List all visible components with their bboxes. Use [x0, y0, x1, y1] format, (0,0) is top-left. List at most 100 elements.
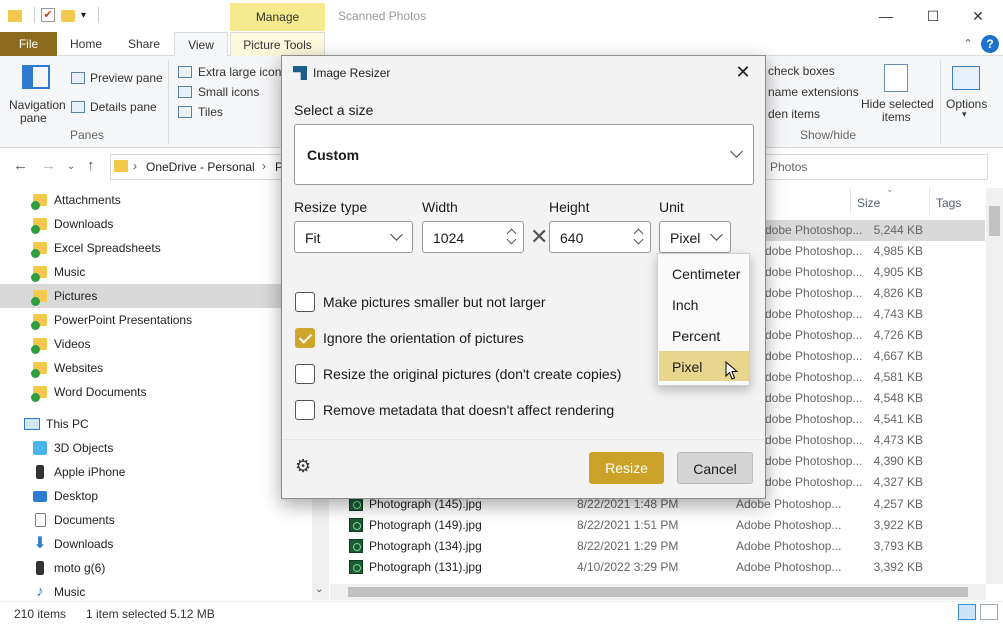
extra-large-icons-option[interactable]: Extra large icons [198, 65, 287, 79]
ignore-orientation-label: Ignore the orientation of pictures [323, 330, 524, 346]
size-preset-select[interactable]: Custom [294, 124, 754, 185]
navigation-pane-button-line2[interactable]: pane [20, 111, 47, 125]
nav-item-downloads-pc[interactable]: ⬇ Downloads [0, 532, 310, 556]
nav-item-apple-iphone[interactable]: Apple iPhone [0, 460, 310, 484]
nav-item-music[interactable]: Music [0, 260, 310, 284]
hide-selected-items-button[interactable]: Hide selected [861, 97, 934, 111]
unit-option-inch[interactable]: Inch [659, 289, 749, 319]
unit-label: Unit [659, 199, 684, 215]
tab-view[interactable]: View [174, 32, 228, 57]
height-input[interactable]: 640 [549, 221, 651, 253]
quick-access-toolbar: ✔ ▾ [8, 7, 100, 23]
nav-item-moto-g6[interactable]: moto g(6) [0, 556, 310, 580]
hidden-items-option[interactable]: den items [768, 107, 820, 121]
file-type: Adobe Photoshop... [736, 497, 842, 511]
gear-icon[interactable]: ⚙ [295, 457, 313, 475]
options-dropdown-icon[interactable]: ▾ [962, 109, 967, 120]
height-spinner-icon[interactable] [634, 228, 642, 246]
file-size: 4,257 KB [873, 497, 923, 511]
file-type: Adobe Photoshop... [736, 539, 842, 553]
breadcrumb-onedrive[interactable]: OneDrive - Personal [146, 160, 255, 174]
file-type: dobe Photoshop... [765, 475, 863, 489]
file-type: dobe Photoshop... [765, 265, 863, 279]
cancel-button[interactable]: Cancel [677, 452, 753, 484]
breadcrumb-separator-icon[interactable]: › [262, 159, 266, 173]
horizontal-scroll-thumb[interactable] [348, 587, 968, 597]
recent-locations-icon[interactable]: ⌄ [67, 161, 75, 172]
table-row[interactable]: Photograph (149).jpg 8/22/2021 1:51 PM Ado… [340, 515, 985, 536]
sync-ok-icon [31, 201, 40, 210]
width-spinner-icon[interactable] [507, 228, 515, 246]
new-folder-icon[interactable] [61, 10, 75, 22]
table-row[interactable]: Photograph (134).jpg 8/22/2021 1:29 PM Ado… [340, 536, 985, 557]
properties-check-icon[interactable]: ✔ [41, 8, 55, 22]
nav-item-powerpoint[interactable]: PowerPoint Presentations [0, 308, 310, 332]
option-label: Centimeter [672, 266, 741, 282]
nav-item-3d-objects[interactable]: 3D Objects [0, 436, 310, 460]
item-check-boxes-option[interactable]: check boxes [768, 64, 835, 78]
tab-picture-tools[interactable]: Picture Tools [230, 32, 325, 57]
forward-arrow-icon[interactable]: → [41, 157, 56, 174]
large-icons-view-icon[interactable] [980, 604, 998, 620]
preview-pane-button[interactable]: Preview pane [90, 71, 163, 85]
nav-item-pictures[interactable]: Pictures [0, 284, 310, 308]
column-header-tags[interactable]: Tags [936, 196, 961, 210]
nav-item-this-pc[interactable]: This PC [0, 412, 310, 436]
unit-option-centimeter[interactable]: Centimeter [659, 258, 749, 288]
unit-select[interactable]: Pixel [659, 221, 731, 253]
width-input[interactable]: 1024 [422, 221, 524, 253]
resize-type-select[interactable]: Fit [294, 221, 413, 253]
tab-file[interactable]: File [0, 32, 57, 56]
resize-original-checkbox[interactable] [295, 364, 315, 384]
folder-icon[interactable] [8, 10, 22, 22]
file-list-scrollbar[interactable] [986, 188, 1003, 584]
file-date: 8/22/2021 1:29 PM [577, 539, 679, 553]
hide-selected-icon [884, 64, 908, 92]
small-icons-option[interactable]: Small icons [198, 85, 259, 99]
navigation-pane-icon[interactable] [22, 65, 50, 89]
nav-item-videos[interactable]: Videos [0, 332, 310, 356]
nav-item-desktop[interactable]: Desktop [0, 484, 310, 508]
download-arrow-icon: ⬇ [33, 535, 47, 552]
nav-item-label: Music [54, 585, 86, 599]
close-window-button[interactable]: ✕ [958, 4, 998, 28]
up-arrow-icon[interactable]: ↑ [87, 157, 95, 174]
ignore-orientation-checkbox[interactable] [295, 328, 315, 348]
qat-dropdown-icon[interactable]: ▾ [81, 10, 86, 21]
smaller-only-checkbox[interactable] [295, 292, 315, 312]
tiles-option[interactable]: Tiles [198, 105, 223, 119]
unit-option-percent[interactable]: Percent [659, 320, 749, 350]
chevron-down-icon [390, 228, 403, 241]
details-pane-button[interactable]: Details pane [90, 100, 157, 114]
table-row[interactable]: Photograph (131).jpg 4/10/2022 3:29 PM Ado… [340, 557, 985, 578]
manage-contextual-tab[interactable]: Manage [230, 3, 325, 31]
nav-item-attachments[interactable]: Attachments [0, 188, 310, 212]
minimize-button[interactable]: — [866, 4, 906, 28]
scroll-thumb[interactable] [989, 206, 1000, 236]
nav-item-downloads[interactable]: Downloads [0, 212, 310, 236]
close-icon[interactable]: ✕ [732, 61, 754, 83]
nav-item-word-documents[interactable]: Word Documents [0, 380, 310, 404]
tab-home[interactable]: Home [62, 32, 110, 56]
tab-share[interactable]: Share [118, 32, 170, 56]
computer-icon [24, 418, 40, 430]
nav-item-label: Attachments [54, 193, 121, 207]
nav-item-websites[interactable]: Websites [0, 356, 310, 380]
resize-button[interactable]: Resize [589, 452, 664, 484]
maximize-button[interactable]: ☐ [913, 4, 953, 28]
nav-item-excel-spreadsheets[interactable]: Excel Spreadsheets [0, 236, 310, 260]
collapse-ribbon-icon[interactable]: ⌃ [959, 35, 977, 53]
file-name-extensions-option[interactable]: name extensions [768, 85, 859, 99]
remove-metadata-checkbox[interactable] [295, 400, 315, 420]
help-icon[interactable]: ? [981, 35, 999, 53]
phone-icon [36, 561, 44, 575]
scroll-down-icon[interactable]: ⌄ [315, 584, 323, 595]
nav-item-documents[interactable]: Documents [0, 508, 310, 532]
details-view-icon[interactable] [958, 604, 976, 620]
column-header-size[interactable]: Size [857, 196, 880, 210]
breadcrumb-separator-icon[interactable]: › [133, 159, 137, 173]
back-arrow-icon[interactable]: ← [13, 157, 28, 174]
folder-icon [114, 160, 128, 172]
hide-selected-items-button-line2[interactable]: items [882, 110, 911, 124]
navigation-pane-button[interactable]: Navigation [9, 98, 66, 112]
